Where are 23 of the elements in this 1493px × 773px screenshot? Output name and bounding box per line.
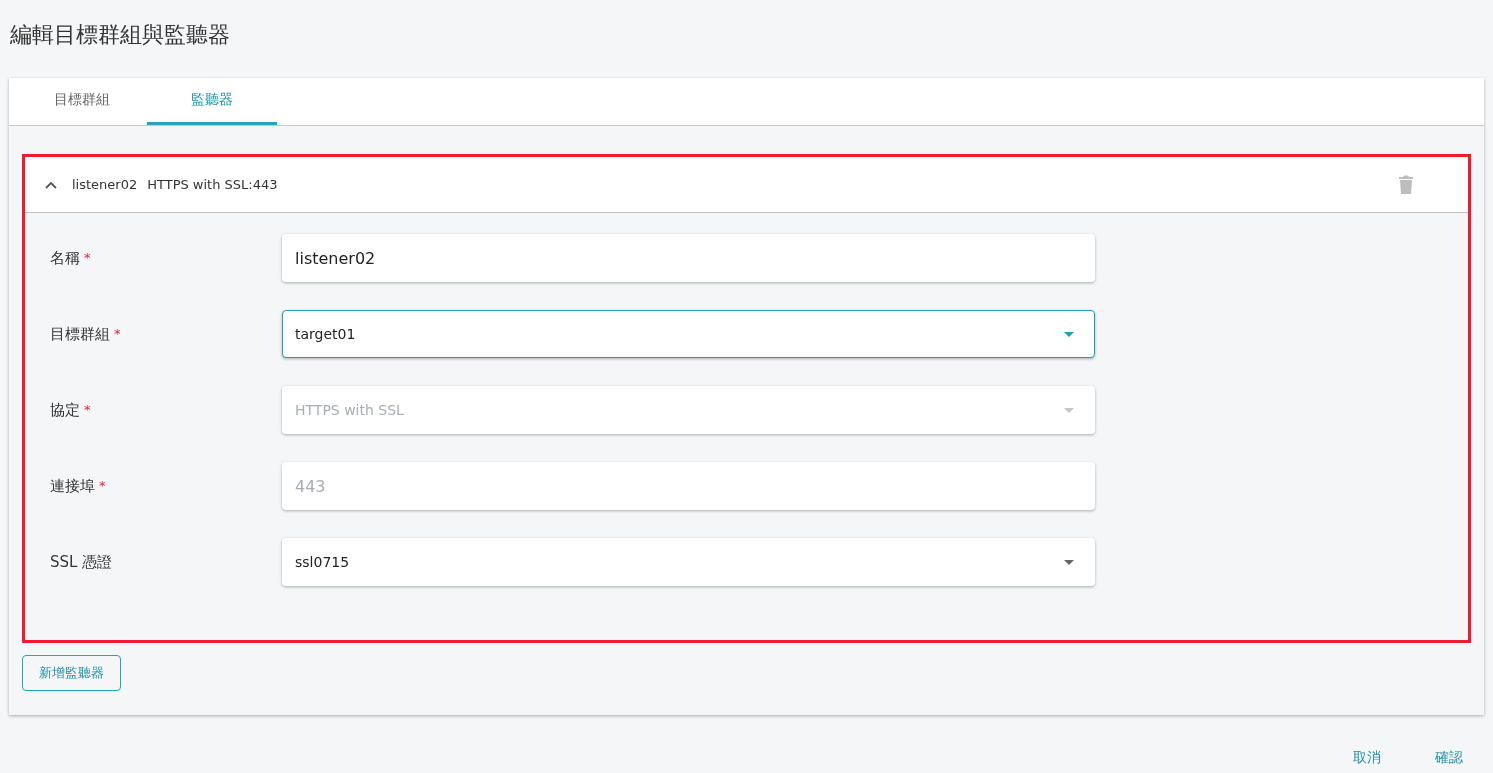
add-listener-button[interactable]: 新增監聽器 — [22, 655, 121, 691]
listener-summary: HTTPS with SSL:443 — [147, 175, 278, 194]
chevron-up-icon[interactable] — [45, 180, 57, 189]
field-label: 連接埠 — [50, 475, 95, 497]
dropdown-caret-icon — [1064, 559, 1074, 565]
required-mark: * — [99, 477, 106, 496]
tab[interactable]: 目標群組 — [17, 77, 147, 125]
dropdown-field[interactable]: target01 — [282, 310, 1095, 358]
dropdown-caret-icon — [1064, 331, 1074, 337]
footer-button[interactable]: 取消 — [1332, 741, 1402, 773]
required-mark: * — [84, 401, 91, 420]
field-label: SSL 憑證 — [50, 551, 113, 573]
footer-button[interactable]: 確認 — [1414, 741, 1484, 773]
listener-name: listener02 — [72, 175, 138, 194]
field-label: 目標群組 — [50, 323, 110, 345]
required-mark: * — [114, 325, 121, 344]
dropdown-caret-icon — [1064, 407, 1074, 413]
dropdown-field[interactable]: ssl0715 — [282, 538, 1095, 586]
page-title: 編輯目標群組與監聽器 — [10, 21, 231, 49]
field-label: 名稱 — [50, 247, 80, 269]
text-field[interactable]: listener02 — [282, 234, 1095, 282]
required-mark: * — [84, 249, 91, 268]
field-label: 協定 — [50, 399, 80, 421]
